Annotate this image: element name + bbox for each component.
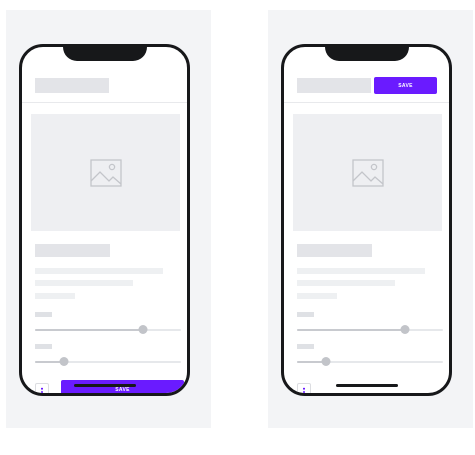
slider-fill (35, 329, 144, 331)
slider[interactable] (297, 357, 443, 367)
app-header: SAVE (284, 74, 449, 103)
phone-frame: SAVE (19, 44, 190, 396)
slider-thumb[interactable] (400, 325, 410, 334)
more-vertical-icon (41, 387, 43, 393)
title-placeholder (297, 78, 371, 93)
text-line-placeholder (297, 293, 337, 299)
image-icon (89, 158, 122, 187)
slider[interactable] (35, 357, 181, 367)
slider-label-placeholder (297, 312, 314, 317)
heading-placeholder (35, 244, 110, 257)
mockup-panel-top-save: SAVE (268, 10, 473, 428)
phone-notch (62, 47, 147, 61)
slider[interactable] (297, 325, 443, 335)
image-icon (351, 158, 384, 187)
text-line-placeholder (297, 268, 425, 274)
more-vertical-icon (303, 387, 305, 393)
title-placeholder (35, 78, 109, 93)
slider-thumb[interactable] (321, 357, 331, 366)
more-options-button[interactable] (35, 383, 49, 393)
more-options-button[interactable] (297, 383, 311, 393)
slider[interactable] (35, 325, 181, 335)
slider-thumb[interactable] (59, 357, 69, 366)
slider-fill (297, 329, 406, 331)
image-placeholder (31, 114, 180, 231)
slider-label-placeholder (297, 344, 314, 349)
image-placeholder (293, 114, 442, 231)
phone-frame: SAVE (281, 44, 452, 396)
text-line-placeholder (297, 280, 395, 286)
app-header (22, 74, 187, 103)
mockup-panel-bottom-save: SAVE (6, 10, 211, 428)
slider-thumb[interactable] (138, 325, 148, 334)
text-line-placeholder (35, 268, 163, 274)
save-button[interactable]: SAVE (61, 380, 184, 393)
heading-placeholder (297, 244, 372, 257)
phone-notch (324, 47, 409, 61)
text-line-placeholder (35, 280, 133, 286)
save-button[interactable]: SAVE (374, 77, 437, 94)
slider-label-placeholder (35, 344, 52, 349)
home-indicator (335, 384, 398, 387)
slider-label-placeholder (35, 312, 52, 317)
text-line-placeholder (35, 293, 75, 299)
home-indicator (73, 384, 136, 387)
